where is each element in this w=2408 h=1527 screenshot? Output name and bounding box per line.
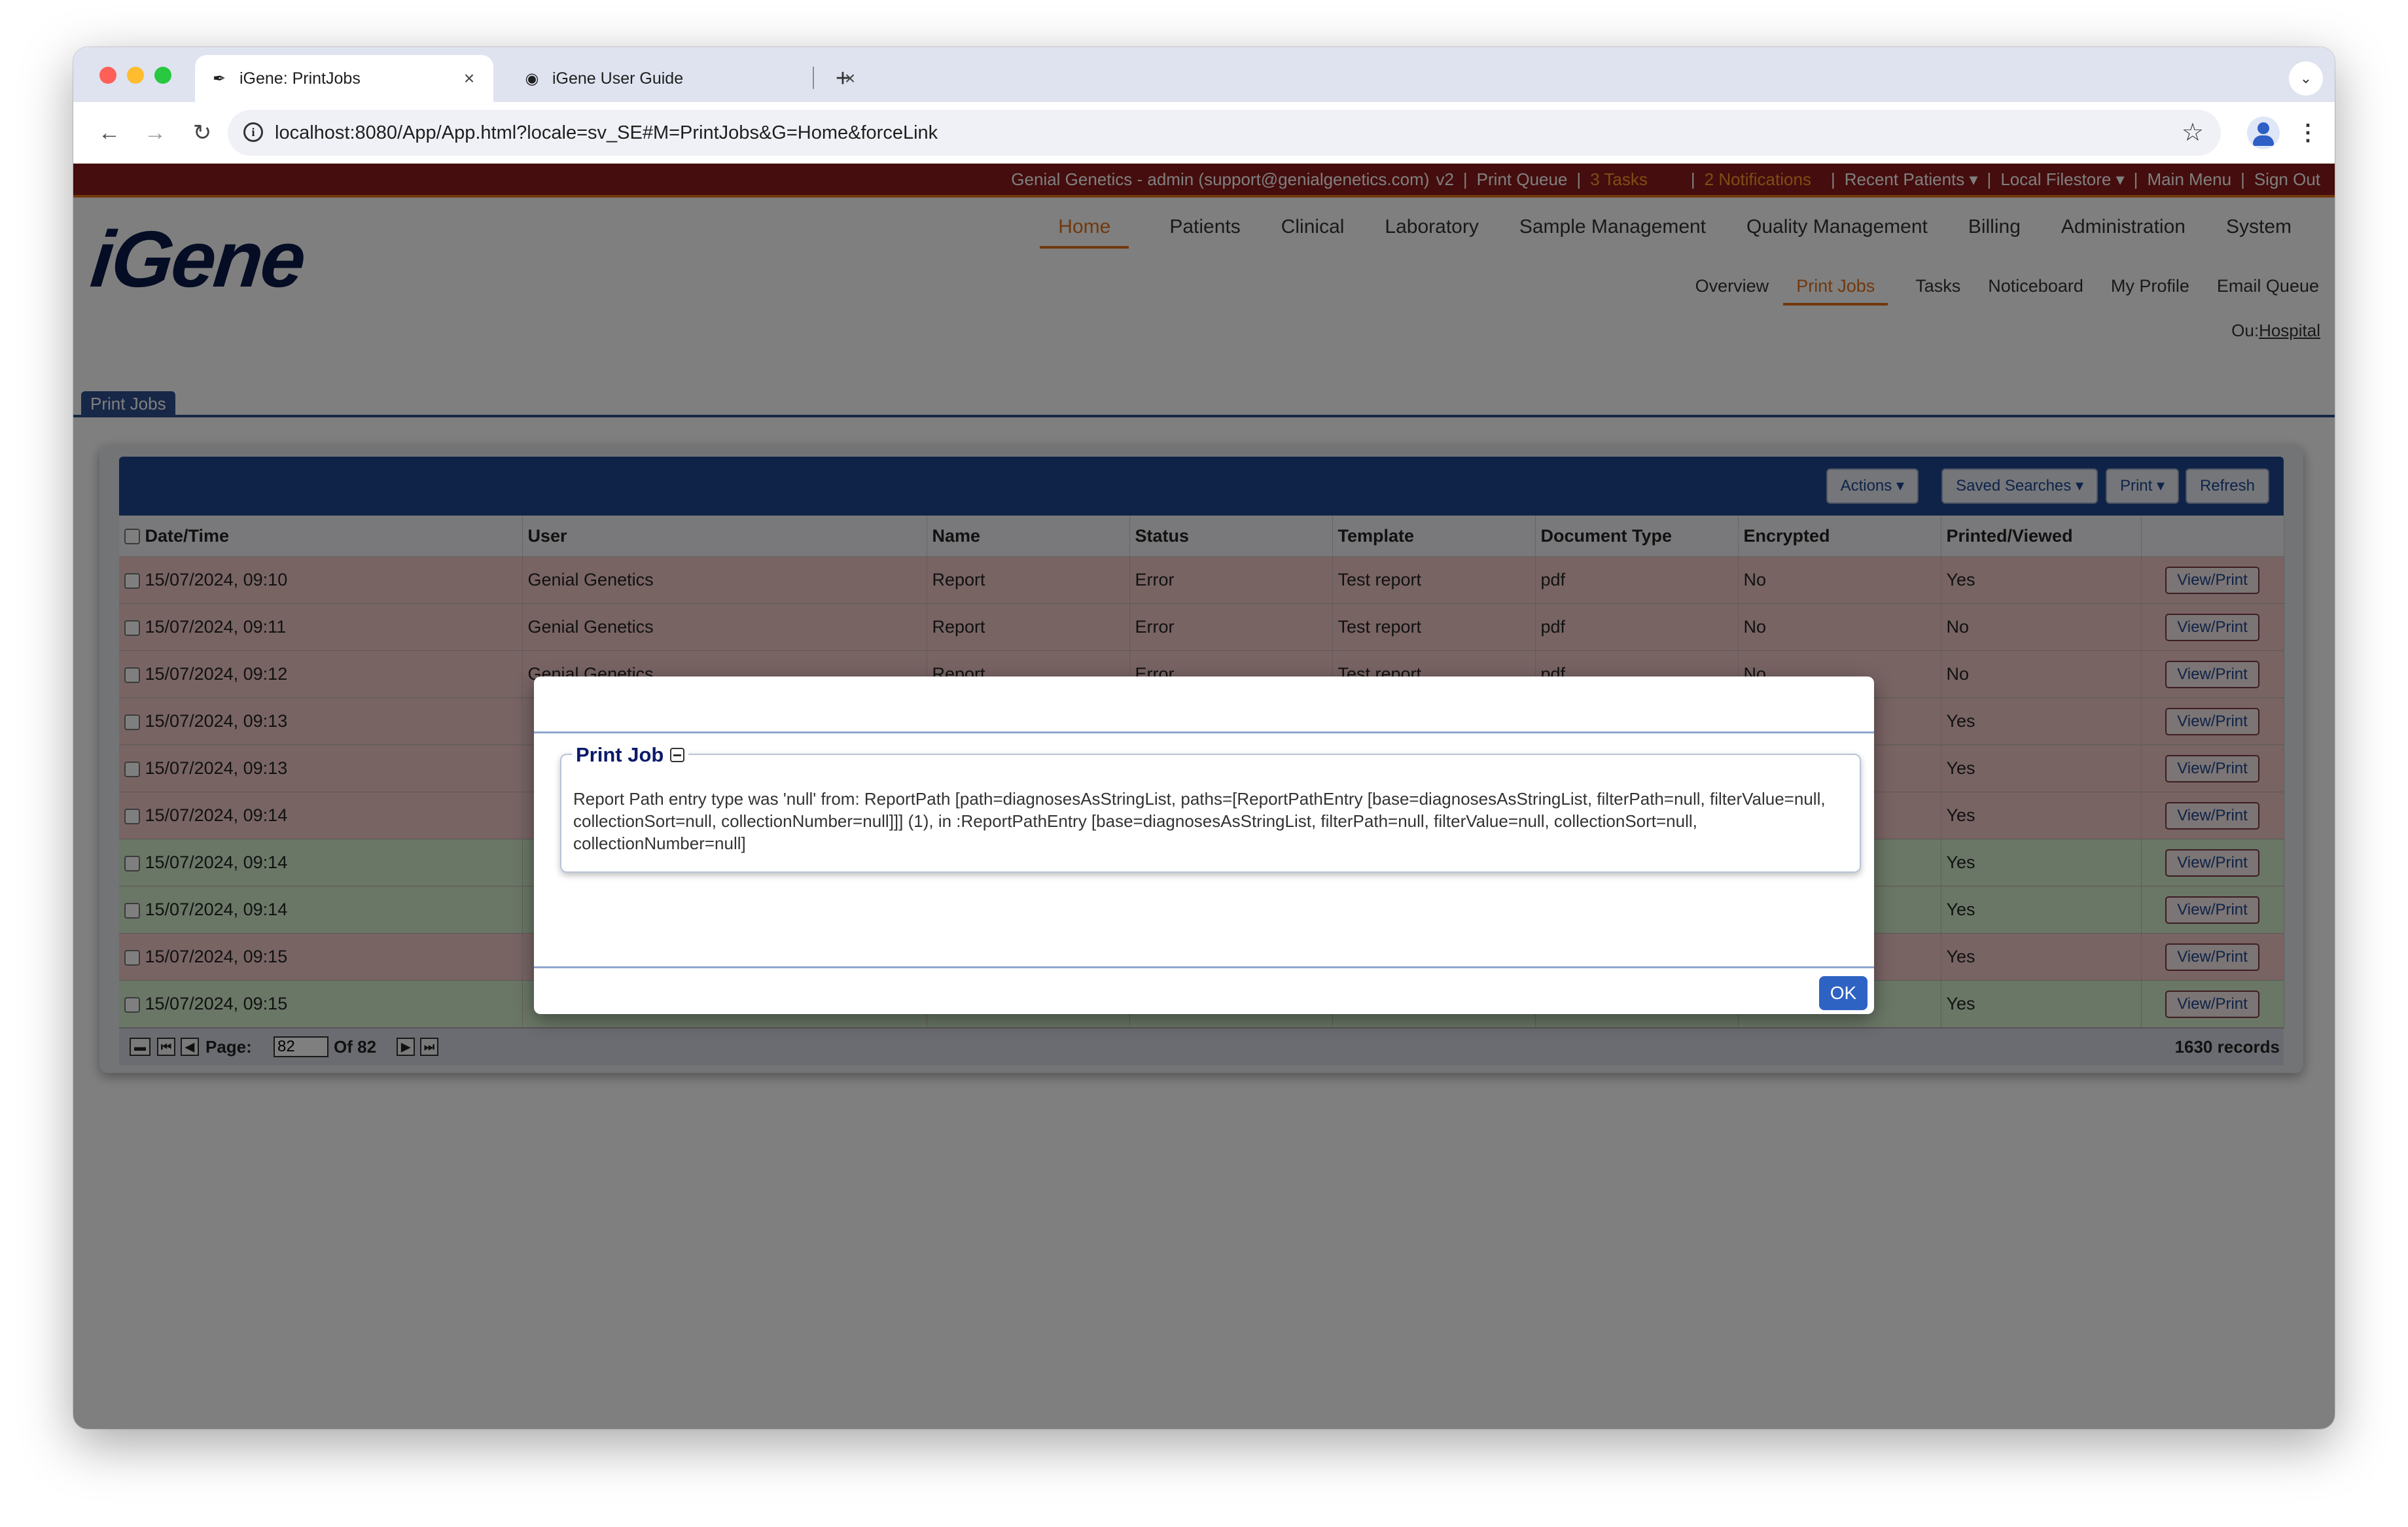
- tab-separator: [813, 67, 814, 89]
- tab-title: iGene User Guide: [552, 69, 684, 88]
- bookmark-star-icon[interactable]: ☆: [2182, 110, 2204, 156]
- close-window-button[interactable]: [99, 67, 116, 84]
- browser-menu-icon[interactable]: ⋮: [2292, 116, 2324, 149]
- address-bar[interactable]: i localhost:8080/App/App.html?locale=sv_…: [228, 110, 2221, 156]
- new-tab-plus-icon[interactable]: +: [824, 60, 861, 97]
- back-arrow-icon[interactable]: ←: [93, 116, 126, 149]
- app-page: Genial Genetics - admin (support@genialg…: [73, 164, 2335, 1429]
- legend-title: Print Job: [576, 743, 664, 766]
- tab-strip: ✒ iGene: PrintJobs × ◉ iGene User Guide …: [73, 47, 2335, 102]
- site-info-icon[interactable]: i: [243, 122, 263, 142]
- print-job-dialog: Print Job Report Path entry type was 'nu…: [534, 676, 1874, 1014]
- tab-title: iGene: PrintJobs: [239, 69, 361, 88]
- url-text[interactable]: localhost:8080/App/App.html?locale=sv_SE…: [275, 110, 938, 156]
- minimize-window-button[interactable]: [127, 67, 144, 84]
- ok-button[interactable]: OK: [1819, 976, 1868, 1010]
- tab-search-chevron-icon[interactable]: ⌄: [2289, 61, 2323, 96]
- collapse-icon[interactable]: [670, 748, 685, 762]
- profile-avatar-icon[interactable]: [2247, 116, 2280, 149]
- maximize-window-button[interactable]: [154, 67, 171, 84]
- close-tab-icon[interactable]: ×: [459, 68, 479, 89]
- reload-icon[interactable]: ↻: [186, 116, 219, 149]
- browser-toolbar: ← → ↻ i localhost:8080/App/App.html?loca…: [73, 102, 2335, 164]
- tab-igene-user-guide[interactable]: ◉ iGene User Guide ×: [508, 55, 874, 102]
- browser-window: ✒ iGene: PrintJobs × ◉ iGene User Guide …: [73, 47, 2335, 1429]
- fieldset-legend: Print Job: [572, 743, 689, 767]
- dialog-footer-line: [534, 966, 1874, 968]
- print-job-fieldset: Print Job Report Path entry type was 'nu…: [560, 743, 1861, 873]
- error-message: Report Path entry type was 'null' from: …: [573, 789, 1826, 853]
- dialog-header: [534, 676, 1874, 733]
- globe-favicon-icon: ◉: [525, 69, 539, 88]
- tab-igene-printjobs[interactable]: ✒ iGene: PrintJobs ×: [195, 55, 493, 102]
- forward-arrow-icon[interactable]: →: [139, 116, 171, 149]
- igene-favicon-icon: ✒: [212, 69, 226, 88]
